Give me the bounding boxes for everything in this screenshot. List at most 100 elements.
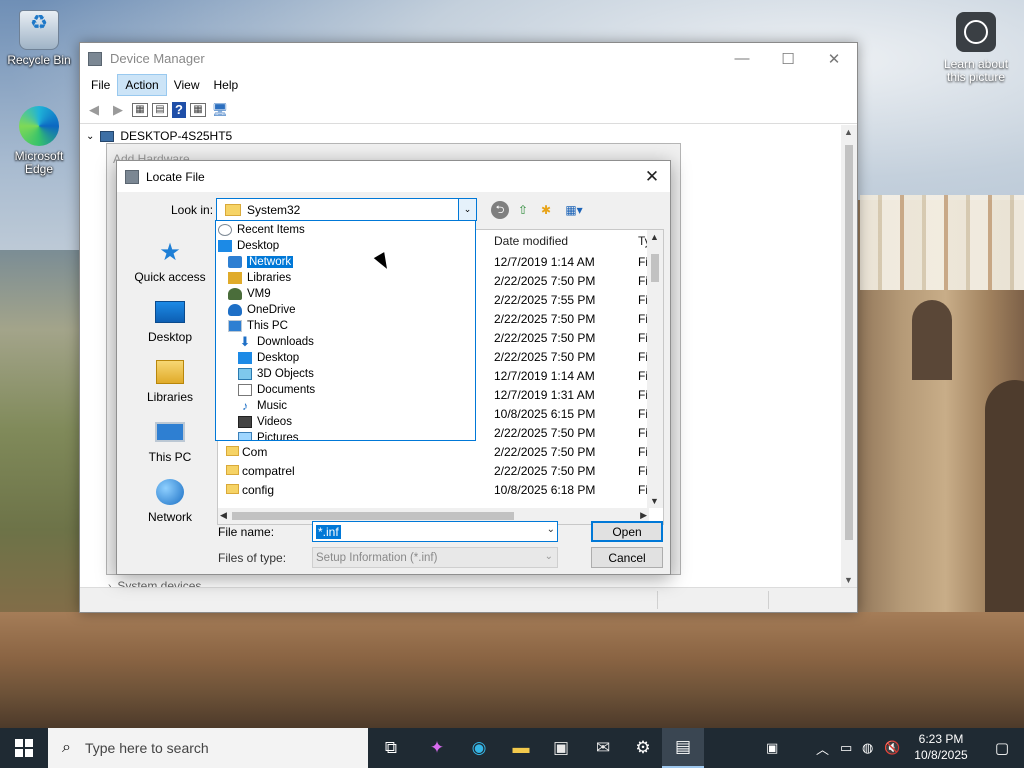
dropdown-item[interactable]: VM9: [228, 286, 271, 302]
cancel-button[interactable]: Cancel: [591, 547, 663, 568]
up-folder-button[interactable]: ⇧: [514, 201, 532, 219]
file-list-vscroll[interactable]: ▲ ▼: [647, 230, 663, 508]
dropdown-item[interactable]: Pictures: [238, 430, 299, 440]
scroll-up-icon[interactable]: ▲: [844, 127, 853, 137]
chevron-down-icon[interactable]: ⌄: [86, 131, 94, 142]
tree-root[interactable]: ⌄ DESKTOP-4S25HT5: [86, 129, 232, 143]
volume-muted-icon[interactable]: 🔇: [884, 728, 900, 768]
dropdown-item[interactable]: Videos: [238, 414, 292, 430]
place-quick-access[interactable]: ★ Quick access: [125, 237, 215, 285]
table-row[interactable]: compatrel 2/22/2025 7:50 PM Fil: [218, 461, 651, 480]
dropdown-item[interactable]: This PC: [228, 318, 288, 334]
file-explorer-icon[interactable]: ▬: [500, 728, 542, 768]
dropdown-item-label: Recent Items: [237, 224, 305, 236]
dropdown-item[interactable]: ⬇ Downloads: [238, 334, 314, 350]
chevron-up-icon[interactable]: ︿: [816, 728, 829, 768]
folder-icon: [226, 446, 239, 456]
tree-scrollbar[interactable]: ▲ ▼: [841, 125, 857, 587]
view-menu-button[interactable]: ▦▾: [561, 201, 587, 219]
scroll-down-icon[interactable]: ▼: [650, 496, 659, 506]
dialog-titlebar[interactable]: Locate File: [117, 161, 670, 192]
dialog-close-button[interactable]: ✕: [634, 161, 670, 192]
desk-icon: [218, 240, 232, 252]
scroll-thumb[interactable]: [845, 145, 853, 540]
back-button[interactable]: ⮌: [491, 201, 509, 219]
obj-icon: [238, 368, 252, 380]
device-manager-taskbar-icon[interactable]: ▤: [662, 728, 704, 768]
file-name-value[interactable]: *.inf: [316, 525, 341, 539]
dropdown-item[interactable]: Desktop: [218, 238, 279, 254]
scroll-thumb[interactable]: [651, 254, 659, 282]
date-cell: 10/8/2025 6:15 PM: [494, 407, 596, 421]
details-icon[interactable]: ▦: [190, 102, 206, 117]
help-icon[interactable]: ?: [172, 101, 186, 118]
dropdown-item[interactable]: Network: [228, 254, 295, 270]
meet-now-icon[interactable]: ▭: [840, 728, 852, 768]
menu-action[interactable]: Action: [117, 74, 167, 96]
taskbar-clock[interactable]: 6:23 PM 10/8/2025: [906, 731, 976, 763]
close-button[interactable]: ✕: [811, 43, 857, 74]
look-in-combobox[interactable]: System32 ⌄: [216, 198, 477, 221]
learn-about-picture[interactable]: Learn about this picture: [936, 12, 1016, 84]
dropdown-item[interactable]: Desktop: [238, 350, 299, 366]
open-button[interactable]: Open: [591, 521, 663, 542]
dropdown-item-label: 3D Objects: [257, 368, 314, 380]
scroll-left-icon[interactable]: ◀: [220, 510, 227, 521]
store-icon[interactable]: ▣: [540, 728, 582, 768]
menu-help[interactable]: Help: [207, 75, 246, 95]
desktop-icon-recycle-bin[interactable]: Recycle Bin: [1, 10, 77, 67]
network-globe-icon[interactable]: ◍: [862, 728, 873, 768]
minimize-button[interactable]: —: [719, 43, 765, 74]
maximize-button[interactable]: ☐: [765, 43, 811, 74]
search-icon: ⌕: [62, 739, 71, 756]
date-cell: 2/22/2025 7:50 PM: [494, 274, 596, 288]
place-this-pc[interactable]: This PC: [125, 417, 215, 464]
scan-hardware-icon[interactable]: 🖥: [210, 101, 230, 119]
news-widget-icon[interactable]: ▣: [766, 728, 778, 768]
chevron-down-icon[interactable]: ⌄: [545, 551, 553, 562]
table-row[interactable]: config 10/8/2025 6:18 PM Fil: [218, 480, 651, 499]
star-icon: ★: [159, 238, 181, 266]
edge-taskbar-icon[interactable]: ◉: [458, 728, 500, 768]
place-network[interactable]: Network: [125, 477, 215, 524]
window-titlebar[interactable]: Device Manager — ☐ ✕: [80, 43, 857, 74]
file-name-combobox[interactable]: *.inf ⌄: [312, 521, 558, 542]
properties-icon[interactable]: ▦: [132, 102, 148, 117]
dropdown-item[interactable]: Recent Items: [218, 222, 305, 238]
back-arrow-icon[interactable]: ◀: [84, 101, 104, 119]
chevron-down-icon[interactable]: ⌄: [458, 199, 476, 220]
show-hide-tree-icon[interactable]: ▤: [152, 102, 168, 117]
menu-view[interactable]: View: [167, 75, 207, 95]
task-view-icon[interactable]: ⧉: [370, 728, 412, 768]
new-folder-button[interactable]: ✱: [537, 201, 555, 219]
dropdown-item[interactable]: OneDrive: [228, 302, 296, 318]
file-name-cell: compatrel: [242, 464, 295, 478]
forward-arrow-icon[interactable]: ▶: [108, 101, 128, 119]
dropdown-item[interactable]: Libraries: [228, 270, 291, 286]
scroll-right-icon[interactable]: ▶: [640, 510, 647, 521]
dropdown-item[interactable]: ♪ Music: [238, 398, 287, 414]
scroll-down-icon[interactable]: ▼: [844, 575, 853, 585]
table-row[interactable]: Com 2/22/2025 7:50 PM Fil: [218, 442, 651, 461]
place-libraries[interactable]: Libraries: [125, 357, 215, 404]
dropdown-item[interactable]: Documents: [238, 382, 315, 398]
notification-icon[interactable]: ▢: [980, 728, 1024, 768]
libraries-icon: [154, 357, 186, 387]
dropdown-item-label: Videos: [257, 416, 292, 428]
copilot-icon[interactable]: ✦: [416, 728, 458, 768]
settings-gear-icon[interactable]: ⚙: [622, 728, 664, 768]
scroll-up-icon[interactable]: ▲: [650, 232, 659, 242]
place-desktop[interactable]: Desktop: [125, 297, 215, 344]
column-date-modified[interactable]: Date modified: [494, 234, 568, 248]
mail-icon[interactable]: ✉: [582, 728, 624, 768]
start-button[interactable]: [0, 728, 48, 768]
taskbar-search-box[interactable]: ⌕ Type here to search: [48, 728, 368, 768]
files-of-type-label: Files of type:: [218, 551, 287, 565]
menu-file[interactable]: File: [84, 75, 117, 95]
chevron-down-icon[interactable]: ⌄: [547, 524, 555, 535]
files-of-type-select[interactable]: Setup Information (*.inf) ⌄: [312, 547, 558, 568]
dropdown-item-label: Downloads: [257, 336, 314, 348]
desktop-icon-edge[interactable]: Microsoft Edge: [1, 106, 77, 176]
scroll-thumb[interactable]: [232, 512, 514, 520]
dropdown-item[interactable]: 3D Objects: [238, 366, 314, 382]
